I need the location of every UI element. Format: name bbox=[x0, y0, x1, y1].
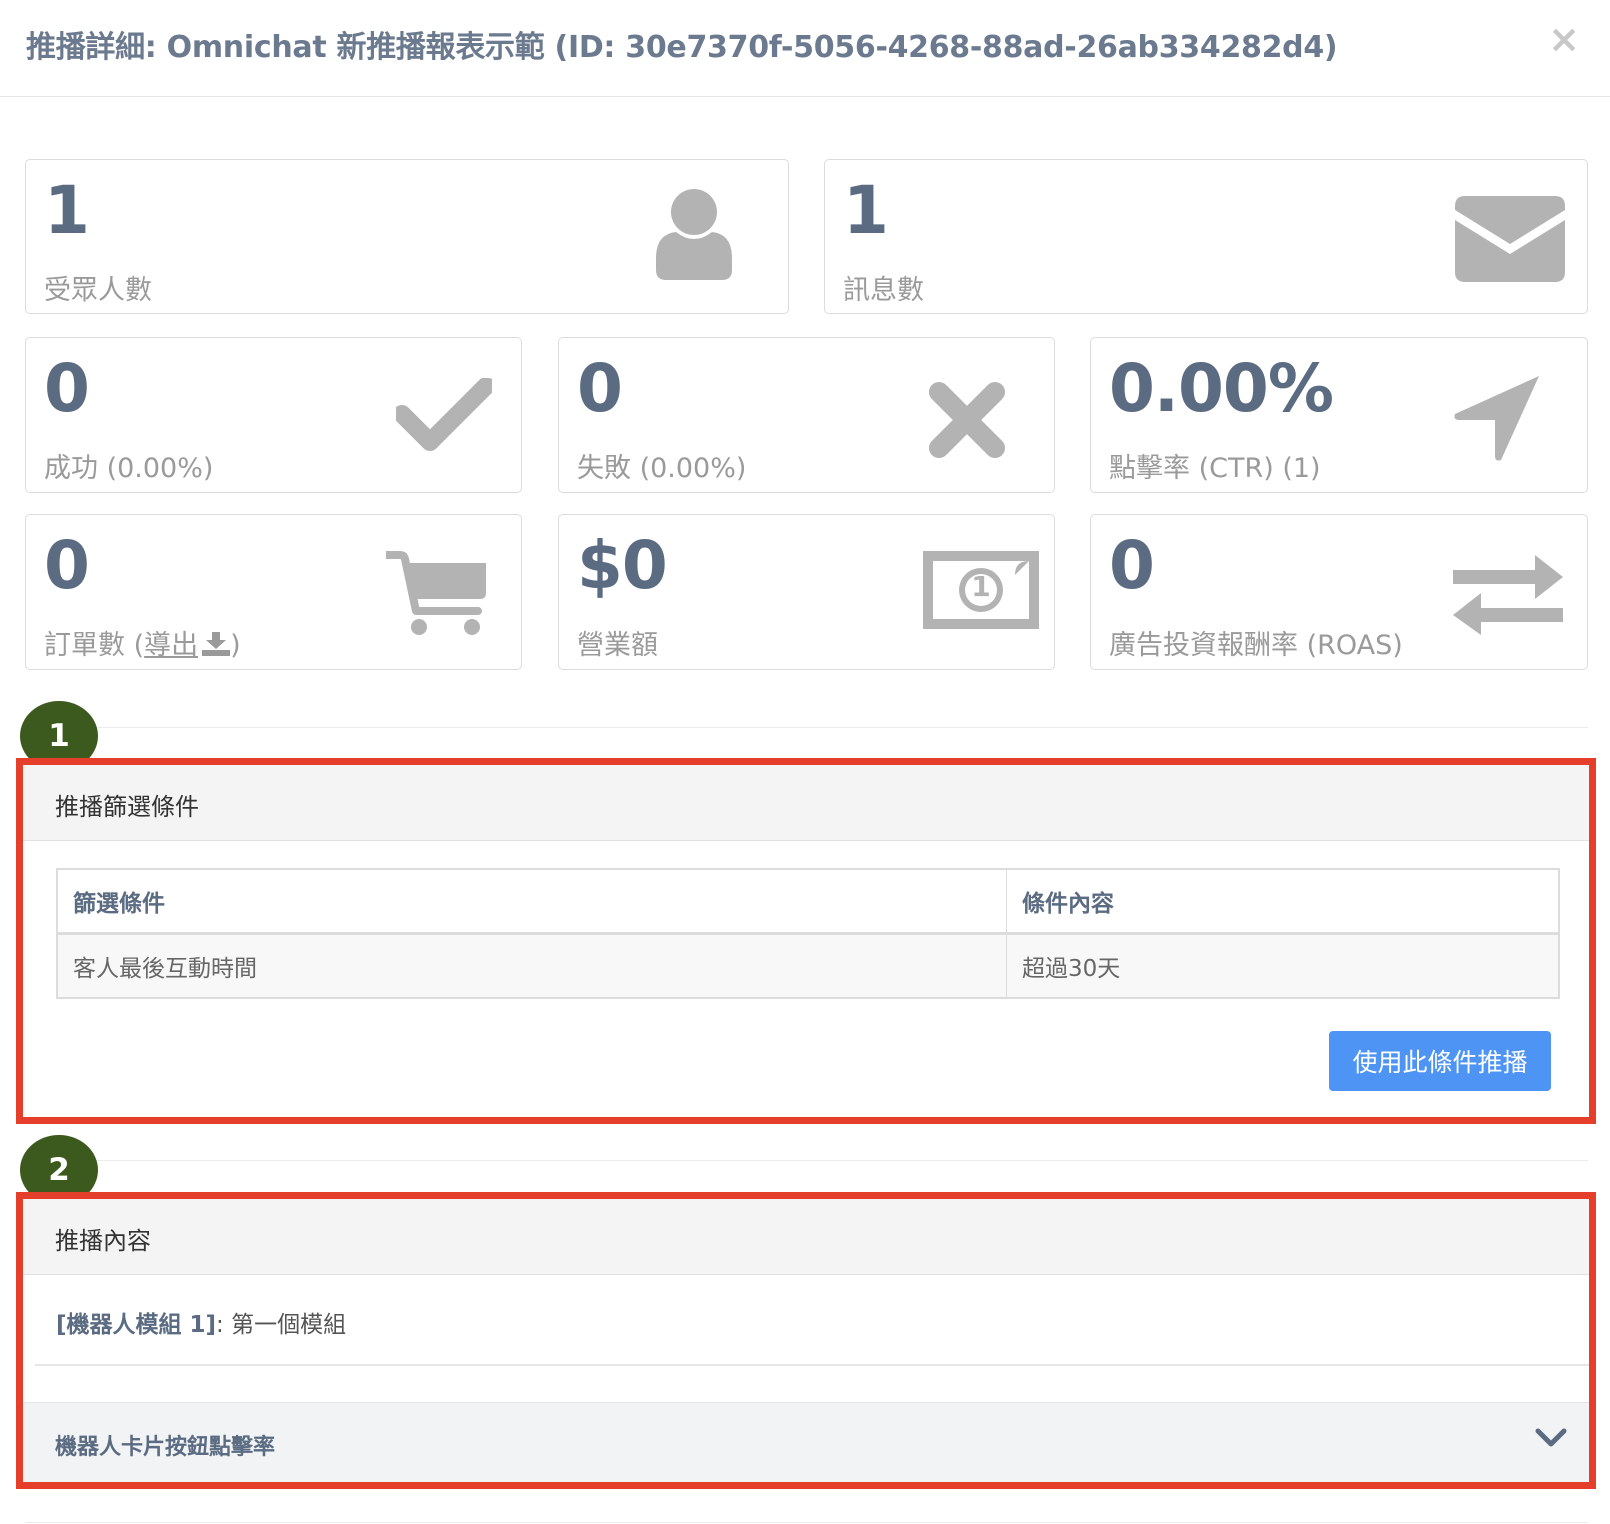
stat-card-failure: 0 失敗 (0.00%) bbox=[558, 337, 1055, 493]
stat-value: $0 bbox=[577, 527, 668, 604]
panel-title: 推播內容 bbox=[55, 1227, 151, 1255]
stat-value: 0 bbox=[44, 527, 90, 604]
module-text: [機器人模組 1]: 第一個模組 bbox=[56, 1305, 346, 1339]
stat-label: 訂單數 (導出) bbox=[44, 623, 241, 662]
modal-title: 推播詳細: Omnichat 新推播報表示範 (ID: 30e7370f-505… bbox=[26, 30, 1338, 65]
envelope-icon bbox=[1455, 196, 1565, 282]
accordion-label: 機器人卡片按鈕點擊率 bbox=[55, 1435, 276, 1460]
stat-label: 成功 (0.00%) bbox=[44, 453, 214, 484]
user-icon bbox=[656, 189, 732, 280]
stat-label: 廣告投資報酬率 (ROAS) bbox=[1109, 630, 1403, 661]
panel-header: 推播篩選條件 bbox=[23, 765, 1589, 841]
export-link-label: 導出 bbox=[144, 630, 199, 661]
stat-card-audience: 1 受眾人數 bbox=[25, 159, 789, 314]
bill-digit: 1 bbox=[971, 570, 991, 603]
download-icon bbox=[202, 632, 231, 656]
stat-value: 0.00% bbox=[1109, 350, 1334, 427]
filter-table: 篩選條件 條件內容 客人最後互動時間 超過30天 bbox=[56, 868, 1560, 999]
content-module-row: [機器人模組 1]: 第一個模組 bbox=[35, 1275, 1589, 1366]
x-icon bbox=[929, 382, 1005, 458]
divider bbox=[26, 1522, 1588, 1523]
stat-card-revenue: $0 營業額 1 bbox=[558, 514, 1055, 670]
panel-title: 推播篩選條件 bbox=[55, 793, 199, 821]
stat-card-orders: 0 訂單數 (導出) bbox=[25, 514, 522, 670]
stat-value: 0 bbox=[577, 350, 623, 427]
module-name: : 第一個模組 bbox=[216, 1312, 347, 1338]
panel-header: 推播內容 bbox=[23, 1199, 1589, 1275]
stat-label: 營業額 bbox=[577, 630, 658, 661]
stat-card-messages: 1 訊息數 bbox=[824, 159, 1588, 314]
exchange-icon bbox=[1453, 555, 1563, 635]
stat-value: 0 bbox=[44, 350, 90, 427]
stat-value: 1 bbox=[44, 172, 90, 249]
stat-card-roas: 0 廣告投資報酬率 (ROAS) bbox=[1090, 514, 1588, 670]
orders-label-suffix: ) bbox=[230, 630, 241, 661]
stat-card-ctr: 0.00% 點擊率 (CTR) (1) bbox=[1090, 337, 1588, 493]
stat-value: 1 bbox=[843, 172, 889, 249]
table-header-row: 篩選條件 條件內容 bbox=[56, 868, 1560, 935]
stat-card-success: 0 成功 (0.00%) bbox=[25, 337, 522, 493]
location-arrow-icon bbox=[1454, 376, 1539, 461]
stat-label: 點擊率 (CTR) (1) bbox=[1109, 453, 1321, 484]
table-cell: 超過30天 bbox=[1006, 933, 1560, 999]
cart-icon bbox=[386, 551, 486, 635]
orders-label-prefix: 訂單數 ( bbox=[44, 630, 145, 661]
stat-label: 訊息數 bbox=[843, 275, 924, 306]
bot-card-ctr-accordion[interactable]: 機器人卡片按鈕點擊率 bbox=[23, 1402, 1589, 1482]
stat-label: 失敗 (0.00%) bbox=[577, 453, 747, 484]
table-row: 客人最後互動時間 超過30天 bbox=[56, 933, 1560, 999]
export-link[interactable]: 導出 bbox=[144, 630, 231, 661]
column-header: 條件內容 bbox=[1006, 868, 1560, 935]
modal-header: 推播詳細: Omnichat 新推播報表示範 (ID: 30e7370f-505… bbox=[0, 0, 1610, 97]
column-header: 篩選條件 bbox=[56, 868, 1007, 935]
use-conditions-push-button[interactable]: 使用此條件推播 bbox=[1329, 1031, 1551, 1091]
filter-conditions-panel: 推播篩選條件 篩選條件 條件內容 客人最後互動時間 超過30天 使用此條件推播 bbox=[16, 758, 1596, 1124]
chevron-down-icon[interactable] bbox=[1535, 1427, 1567, 1449]
stat-value: 0 bbox=[1109, 527, 1155, 604]
divider bbox=[26, 1160, 1588, 1161]
check-icon bbox=[396, 378, 492, 451]
push-content-panel: 推播內容 [機器人模組 1]: 第一個模組 機器人卡片按鈕點擊率 bbox=[16, 1192, 1596, 1489]
stat-label: 受眾人數 bbox=[44, 275, 152, 306]
table-cell: 客人最後互動時間 bbox=[56, 933, 1007, 999]
close-icon[interactable]: × bbox=[1548, 20, 1580, 58]
module-label: [機器人模組 1] bbox=[56, 1312, 217, 1338]
divider bbox=[26, 727, 1588, 728]
